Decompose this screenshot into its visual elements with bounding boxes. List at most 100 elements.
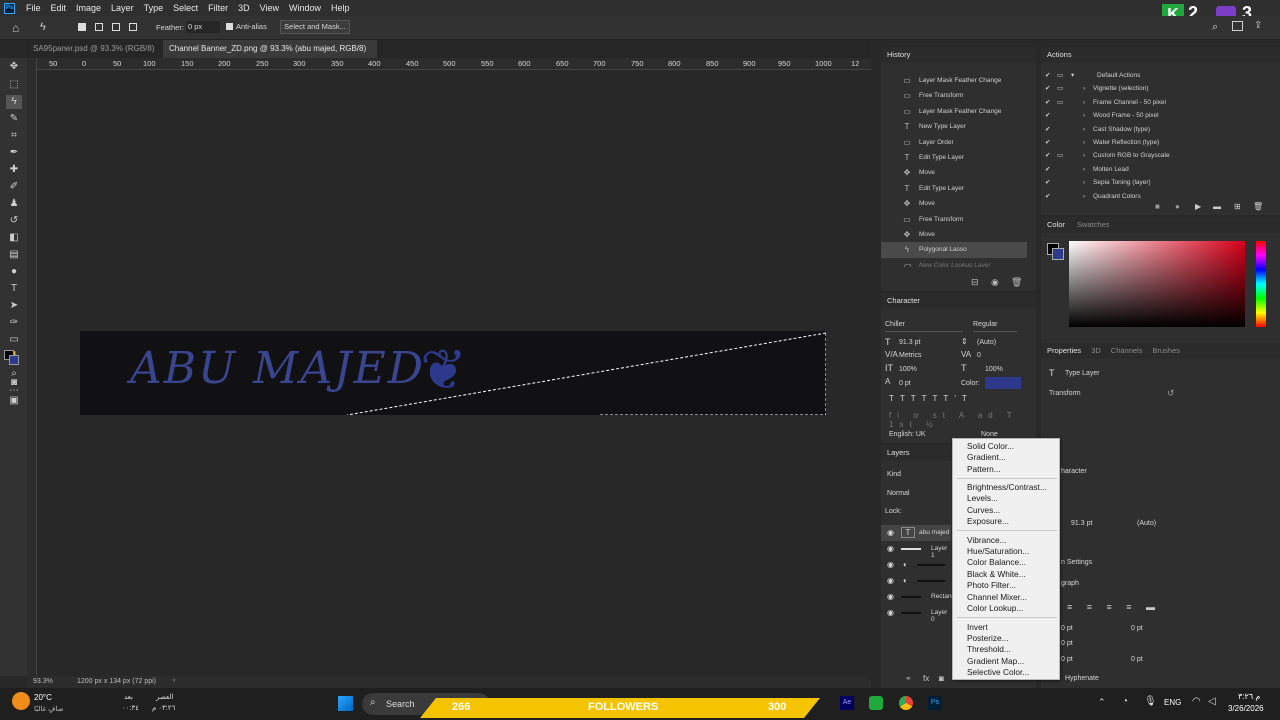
eye-icon[interactable]: ◉ [887, 544, 894, 553]
layer-row[interactable]: ◉ ◐ [881, 573, 951, 589]
action-item[interactable]: ✔ ▭ ▾ Default Actions [1041, 69, 1275, 82]
color-field[interactable] [1069, 241, 1245, 327]
menu-item-levels[interactable]: Levels... [967, 493, 998, 504]
menu-item-gradient-map[interactable]: Gradient Map... [967, 656, 1024, 667]
language-indicator[interactable]: ENG [1164, 698, 1181, 707]
gradient-tool-icon[interactable]: ▤ [6, 248, 22, 262]
type-tool-icon[interactable]: T [6, 282, 22, 296]
path-select-icon[interactable]: ➤ [6, 299, 22, 313]
action-item[interactable]: ✔ › Cast Shadow (type) [1041, 123, 1275, 136]
status-arrow-icon[interactable]: › [173, 677, 175, 684]
quick-mask-icon[interactable]: ◙ [6, 376, 22, 390]
actions-title[interactable]: Actions [1041, 47, 1280, 63]
character-title[interactable]: Character [881, 293, 1036, 309]
action-item[interactable]: ✔ ▭ › Vignette (selection) [1041, 82, 1275, 95]
history-item[interactable]: ▭ New Color Lookup Layer [881, 258, 1027, 267]
stamp-tool-icon[interactable]: ♟ [6, 197, 22, 211]
after-effects-icon[interactable]: Ae [840, 696, 854, 710]
history-item[interactable]: ✥ Move [881, 165, 1027, 180]
para-indent-right[interactable]: 0 pt [1131, 625, 1143, 632]
opentype-buttons[interactable]: fi ơ st A ad T 1st ½ [889, 411, 1036, 429]
history-item-selected[interactable]: ϟ Polygonal Lasso [881, 242, 1027, 258]
link-icon[interactable]: ⚭ [905, 674, 912, 683]
snapshot-icon[interactable]: ⊟ [971, 277, 979, 288]
share-icon[interactable]: ⇪ [1254, 20, 1262, 31]
tab-color[interactable]: Color [1047, 217, 1065, 233]
antialias-select[interactable]: None [981, 431, 998, 438]
menu-item-photo-filter[interactable]: Photo Filter... [967, 580, 1016, 591]
stop-icon[interactable]: ■ [1155, 202, 1160, 211]
blend-mode-select[interactable]: Normal [887, 490, 910, 497]
wifi-icon[interactable]: ◠ [1192, 696, 1201, 707]
kind-filter[interactable]: Kind [887, 471, 901, 478]
settings-section[interactable]: n Settings [1061, 559, 1092, 566]
para-indent-left[interactable]: 0 pt [1061, 625, 1073, 632]
history-item[interactable]: ▭ Free Transform [881, 88, 1027, 103]
menu-window[interactable]: Window [284, 0, 326, 16]
weather-icon[interactable] [12, 692, 30, 710]
workspace-icon[interactable] [1232, 21, 1243, 31]
menu-item-pattern[interactable]: Pattern... [967, 464, 1001, 475]
font-style-select[interactable]: Regular [973, 321, 1017, 332]
hyphenate-checkbox[interactable]: Hyphenate [1065, 675, 1099, 682]
hue-slider[interactable] [1256, 241, 1266, 327]
font-size-input[interactable]: 91.3 pt [899, 339, 920, 346]
new-selection-icon[interactable] [78, 23, 86, 31]
action-item[interactable]: ✔ › Sepia Toning (layer) [1041, 176, 1275, 189]
subtract-selection-icon[interactable] [112, 23, 120, 31]
eye-icon[interactable]: ◉ [887, 592, 894, 601]
folder-icon[interactable]: ▬ [1213, 202, 1221, 211]
menu-item-color-lookup[interactable]: Color Lookup... [967, 603, 1023, 614]
tray-chevron-icon[interactable]: ⌃ [1098, 697, 1106, 708]
character-section[interactable]: haracter [1061, 468, 1087, 475]
marquee-tool-icon[interactable]: ⬚ [6, 78, 22, 92]
tab-3d[interactable]: 3D [1091, 343, 1101, 359]
menu-item-selective-color[interactable]: Selective Color... [967, 667, 1029, 678]
tab-swatches[interactable]: Swatches [1077, 217, 1110, 233]
horizontal-scale-input[interactable]: 100% [985, 366, 1003, 373]
microphone-icon[interactable]: 🎙 [1144, 696, 1157, 707]
menu-3d[interactable]: 3D [233, 0, 255, 16]
font-family-select[interactable]: Chiller [885, 321, 963, 332]
para-first-line[interactable]: 0 pt [1061, 640, 1073, 647]
eye-icon[interactable]: ◉ [887, 576, 894, 585]
layer-row[interactable]: ◉ Layer 1 [881, 541, 951, 559]
pen-tool-icon[interactable]: ✑ [6, 316, 22, 330]
tab-channel-banner[interactable]: Channel Banner_ZD.png @ 93.3% (abu majed… [163, 40, 377, 71]
menu-edit[interactable]: Edit [46, 0, 72, 16]
weather-temp[interactable]: 20°C [34, 693, 52, 702]
history-item[interactable]: ▭ Free Transform [881, 212, 1027, 227]
menu-item-curves[interactable]: Curves... [967, 505, 1000, 516]
new-action-icon[interactable]: ⊞ [1234, 202, 1241, 211]
home-icon[interactable]: ⌂ [12, 21, 19, 35]
clock-date[interactable]: 3/26/2026 [1228, 704, 1264, 713]
layer-row[interactable]: ◉ Rectang [881, 589, 955, 605]
history-brush-icon[interactable]: ↺ [6, 214, 22, 228]
history-item[interactable]: T Edit Type Layer [881, 150, 1027, 165]
menu-item-channel-mixer[interactable]: Channel Mixer... [967, 592, 1027, 603]
mask-icon[interactable]: ◙ [939, 674, 944, 683]
camera-icon[interactable]: ◉ [991, 277, 999, 288]
para-space-after[interactable]: 0 pt [1131, 656, 1143, 663]
menu-item-vibrance[interactable]: Vibrance... [967, 535, 1007, 546]
clock-time[interactable]: م ٣:٢٦ [1238, 692, 1260, 701]
photoshop-taskbar-icon[interactable]: Ps [928, 696, 942, 710]
shape-tool-icon[interactable]: ▭ [6, 333, 22, 347]
menu-item-posterize[interactable]: Posterize... [967, 633, 1009, 644]
language-select[interactable]: English: UK [889, 431, 926, 438]
search-icon[interactable]: ⌕ [1212, 21, 1218, 34]
history-item[interactable]: ✥ Move [881, 196, 1027, 211]
menu-image[interactable]: Image [71, 0, 106, 16]
history-item[interactable]: ✥ Move [881, 227, 1027, 242]
layer-row-selected[interactable]: ◉ T abu majed [881, 525, 951, 541]
tab-sa95paner[interactable]: SA95paner.psd @ 93.3% (RGB/8) × [27, 40, 163, 71]
tab-properties[interactable]: Properties [1047, 343, 1081, 359]
add-selection-icon[interactable] [95, 23, 103, 31]
kerning-select[interactable]: Metrics [899, 352, 922, 359]
layer-row[interactable]: ◉ Layer 0 [881, 605, 951, 623]
action-item[interactable]: ✔ › Quadrant Colors [1041, 190, 1275, 203]
app-icon-green[interactable] [869, 696, 883, 710]
menu-item-threshold[interactable]: Threshold... [967, 644, 1011, 655]
banner-image[interactable]: ABU MAJED ❦ [80, 331, 826, 415]
text-color-swatch[interactable] [985, 377, 1021, 389]
